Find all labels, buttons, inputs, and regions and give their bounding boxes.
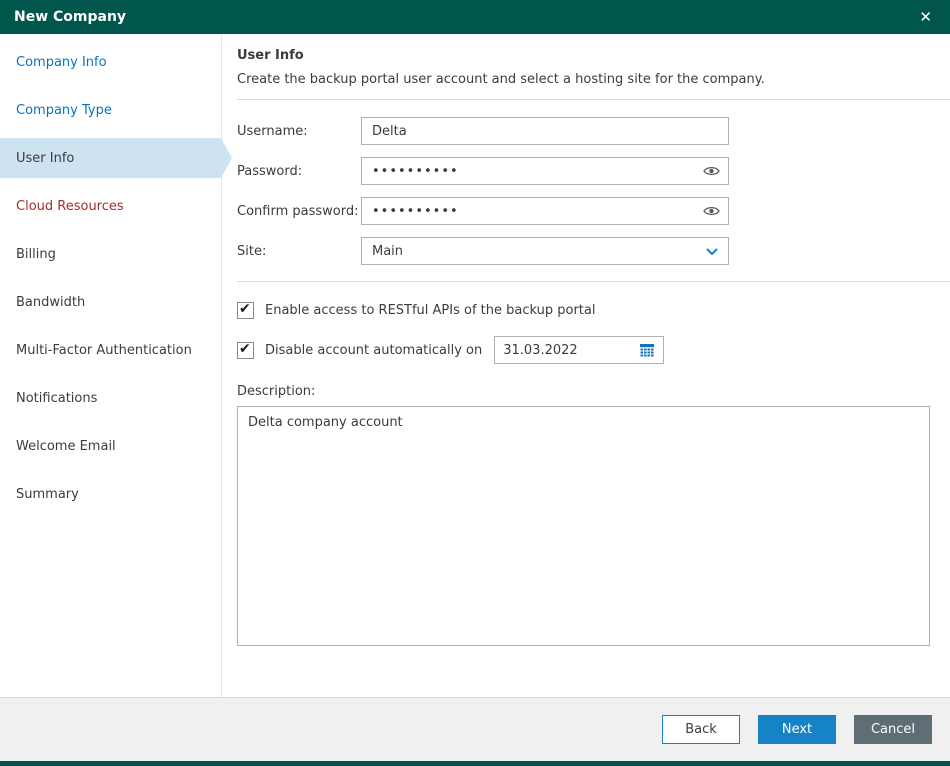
options-block: Enable access to RESTful APIs of the bac…	[237, 282, 930, 364]
sidebar-item-multi-factor-authentication[interactable]: Multi-Factor Authentication	[0, 330, 221, 370]
confirm-password-row: Confirm password:	[237, 197, 930, 225]
window-title: New Company	[14, 9, 127, 25]
sidebar-item-label: Bandwidth	[16, 294, 86, 310]
eye-icon[interactable]	[703, 165, 720, 177]
description-label: Description:	[237, 384, 316, 399]
site-row: Site: Main	[237, 237, 930, 265]
dialog-body: Company Info Company Type User Info Clou…	[0, 34, 950, 697]
new-company-dialog: New Company ✕ Company Info Company Type …	[0, 0, 950, 766]
rest-api-label: Enable access to RESTful APIs of the bac…	[265, 302, 596, 318]
sidebar-item-label: Billing	[16, 246, 56, 262]
site-select[interactable]: Main	[361, 237, 729, 265]
calendar-icon[interactable]	[639, 342, 655, 358]
sidebar-item-label: Summary	[16, 486, 79, 502]
sidebar-item-label: Cloud Resources	[16, 198, 124, 214]
rest-api-row: Enable access to RESTful APIs of the bac…	[237, 296, 930, 324]
sidebar-item-label: Welcome Email	[16, 438, 116, 454]
password-row: Password:	[237, 157, 930, 185]
disable-account-label: Disable account automatically on	[265, 342, 483, 358]
next-button[interactable]: Next	[758, 715, 836, 744]
disable-date-input[interactable]	[503, 342, 614, 358]
page-title: User Info	[237, 48, 304, 63]
sidebar-item-label: Company Info	[16, 54, 107, 70]
bottom-accent-strip	[0, 761, 950, 766]
password-input[interactable]	[361, 157, 729, 185]
sidebar-item-billing[interactable]: Billing	[0, 234, 221, 274]
sidebar-item-bandwidth[interactable]: Bandwidth	[0, 282, 221, 322]
eye-icon[interactable]	[703, 205, 720, 217]
username-row: Username:	[237, 117, 930, 145]
confirm-password-label: Confirm password:	[237, 203, 359, 219]
sidebar-item-summary[interactable]: Summary	[0, 474, 221, 514]
dialog-footer: Back Next Cancel	[0, 697, 950, 761]
chevron-down-icon	[706, 247, 718, 255]
site-label: Site:	[237, 243, 267, 259]
disable-date-field	[494, 336, 665, 364]
sidebar-item-company-type[interactable]: Company Type	[0, 90, 221, 130]
account-form: Username: Password:	[237, 100, 930, 281]
password-label: Password:	[237, 163, 303, 179]
sidebar-item-notifications[interactable]: Notifications	[0, 378, 221, 418]
description-block: Description: Delta company account	[237, 376, 930, 650]
sidebar-item-label: Multi-Factor Authentication	[16, 342, 192, 358]
rest-api-checkbox[interactable]	[237, 301, 254, 319]
sidebar-item-welcome-email[interactable]: Welcome Email	[0, 426, 221, 466]
disable-account-checkbox[interactable]	[237, 341, 254, 359]
site-select-value: Main	[372, 243, 404, 259]
wizard-steps-sidebar: Company Info Company Type User Info Clou…	[0, 34, 232, 697]
disable-account-row: Disable account automatically on	[237, 336, 930, 364]
confirm-password-input[interactable]	[361, 197, 729, 225]
page-subtitle: Create the backup portal user account an…	[237, 72, 765, 87]
sidebar-item-label: Notifications	[16, 390, 98, 406]
sidebar-item-label: User Info	[16, 150, 75, 166]
username-input[interactable]	[361, 117, 729, 145]
description-textarea[interactable]: Delta company account	[237, 406, 930, 646]
close-icon[interactable]: ✕	[915, 8, 936, 27]
sidebar-item-label: Company Type	[16, 102, 112, 118]
username-label: Username:	[237, 123, 308, 139]
cancel-button[interactable]: Cancel	[854, 715, 932, 744]
sidebar-item-user-info[interactable]: User Info	[0, 138, 232, 178]
user-info-panel: User Info Create the backup portal user …	[222, 34, 950, 697]
back-button[interactable]: Back	[662, 715, 740, 744]
sidebar-item-cloud-resources[interactable]: Cloud Resources	[0, 186, 221, 226]
sidebar-item-company-info[interactable]: Company Info	[0, 42, 221, 82]
titlebar: New Company ✕	[0, 0, 950, 34]
